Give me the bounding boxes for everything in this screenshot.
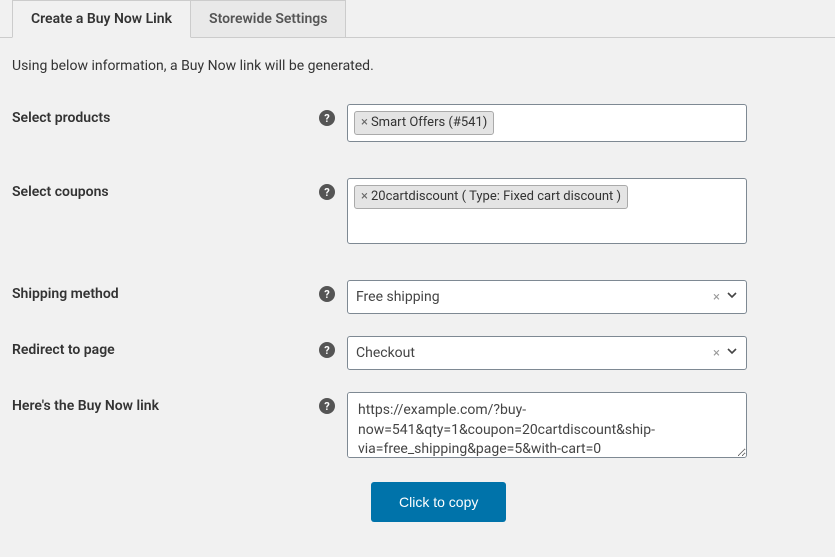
help-icon[interactable]: ? xyxy=(319,184,335,200)
buy-now-link-output[interactable] xyxy=(347,392,747,458)
label-shipping-method: Shipping method xyxy=(12,286,319,302)
clear-icon[interactable]: × xyxy=(713,290,720,305)
coupon-tag-label: 20cartdiscount ( Type: Fixed cart discou… xyxy=(371,188,621,206)
label-buy-now-link: Here's the Buy Now link xyxy=(12,398,319,414)
redirect-page-value: Checkout xyxy=(356,345,713,361)
coupon-tag: ×20cartdiscount ( Type: Fixed cart disco… xyxy=(354,185,628,209)
help-icon[interactable]: ? xyxy=(319,398,335,414)
tab-create-buy-now-link[interactable]: Create a Buy Now Link xyxy=(12,0,191,38)
shipping-method-value: Free shipping xyxy=(356,289,713,305)
product-tag: ×Smart Offers (#541) xyxy=(354,111,494,135)
chevron-down-icon xyxy=(726,289,738,305)
help-icon[interactable]: ? xyxy=(319,286,335,302)
chevron-down-icon xyxy=(726,345,738,361)
remove-tag-icon[interactable]: × xyxy=(361,188,368,206)
redirect-page-select[interactable]: Checkout × xyxy=(347,336,747,370)
shipping-method-select[interactable]: Free shipping × xyxy=(347,280,747,314)
label-redirect-page: Redirect to page xyxy=(12,342,319,358)
product-tag-label: Smart Offers (#541) xyxy=(371,114,487,132)
clear-icon[interactable]: × xyxy=(713,346,720,361)
tabs: Create a Buy Now Link Storewide Settings xyxy=(0,0,835,38)
help-icon[interactable]: ? xyxy=(319,342,335,358)
coupons-input[interactable]: ×20cartdiscount ( Type: Fixed cart disco… xyxy=(347,178,747,244)
click-to-copy-button[interactable]: Click to copy xyxy=(371,482,506,522)
page-description: Using below information, a Buy Now link … xyxy=(0,38,835,104)
products-input[interactable]: ×Smart Offers (#541) xyxy=(347,104,747,142)
tab-storewide-settings[interactable]: Storewide Settings xyxy=(191,0,346,38)
remove-tag-icon[interactable]: × xyxy=(361,114,368,132)
label-select-coupons: Select coupons xyxy=(12,184,319,200)
label-select-products: Select products xyxy=(12,110,319,126)
help-icon[interactable]: ? xyxy=(319,110,335,126)
